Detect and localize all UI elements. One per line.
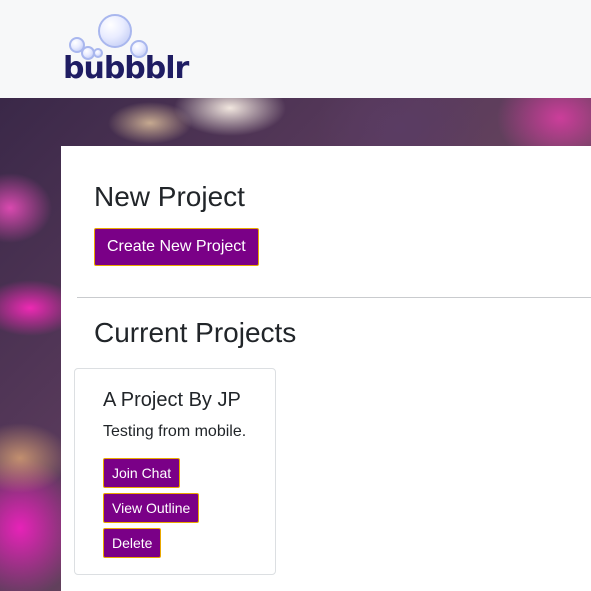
project-card: A Project By JP Testing from mobile. Joi… xyxy=(74,368,276,575)
brand-name: bubbblr xyxy=(63,51,189,86)
brand-logo[interactable]: bubbblr xyxy=(60,12,190,88)
current-projects-heading: Current Projects xyxy=(94,317,297,348)
bubble-large-icon xyxy=(98,14,132,48)
navbar: bubbblr xyxy=(0,0,591,98)
new-project-heading: New Project xyxy=(94,181,245,212)
section-divider xyxy=(77,297,591,298)
project-title: A Project By JP xyxy=(103,389,241,411)
delete-button[interactable]: Delete xyxy=(103,528,162,558)
main-content: New Project Create New Project Current P… xyxy=(61,146,591,591)
join-chat-button[interactable]: Join Chat xyxy=(103,458,181,488)
create-new-project-button[interactable]: Create New Project xyxy=(94,228,259,266)
view-outline-button[interactable]: View Outline xyxy=(103,493,200,523)
project-description: Testing from mobile. xyxy=(103,423,247,440)
